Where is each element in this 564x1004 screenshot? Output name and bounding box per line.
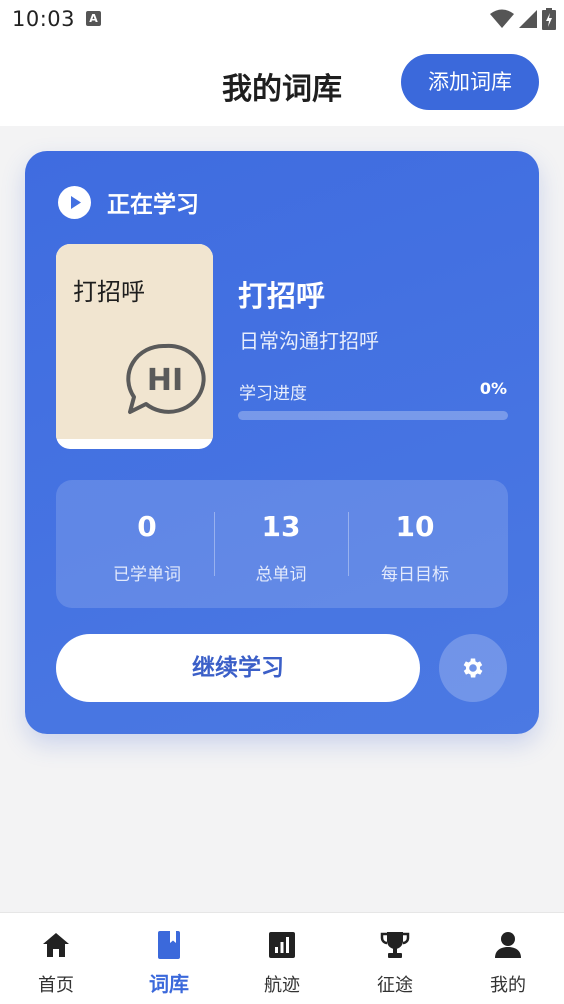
book-icon xyxy=(158,931,180,959)
book-description: 日常沟通打招呼 xyxy=(239,329,379,353)
signal-icon xyxy=(519,10,537,28)
nav-library[interactable]: 词库 xyxy=(113,913,225,1004)
stat-divider xyxy=(348,512,349,576)
settings-button[interactable] xyxy=(439,634,507,702)
nav-label: 词库 xyxy=(149,972,189,996)
nav-label: 首页 xyxy=(38,975,74,996)
stat-daily-goal: 10 每日目标 xyxy=(350,480,480,608)
nav-label: 航迹 xyxy=(264,975,300,996)
gear-icon xyxy=(463,658,483,678)
nav-track[interactable]: 航迹 xyxy=(226,913,338,1004)
battery-icon xyxy=(542,8,556,30)
progress-value: 0% xyxy=(479,379,507,398)
stat-label: 已学单词 xyxy=(113,565,181,585)
status-icons xyxy=(490,8,556,30)
book-title: 打招呼 xyxy=(238,279,326,313)
stats-panel: 0 已学单词 13 总单词 10 每日目标 xyxy=(56,480,508,608)
status-bar: 10:03 A xyxy=(0,0,564,40)
stat-label: 总单词 xyxy=(255,565,307,585)
book-cover-title: 打招呼 xyxy=(73,278,145,306)
header: 我的词库 添加词库 xyxy=(0,40,564,126)
progress-bar xyxy=(238,411,508,420)
nav-journey[interactable]: 征途 xyxy=(339,913,451,1004)
bottom-nav: 首页 词库 航迹 征途 我的 xyxy=(0,912,564,1004)
play-icon xyxy=(58,185,91,219)
chat-bubble-icon: HI xyxy=(126,343,206,414)
nav-label: 征途 xyxy=(377,975,413,996)
home-icon xyxy=(43,933,69,957)
stat-value: 13 xyxy=(261,510,301,543)
nav-label: 我的 xyxy=(490,975,526,996)
book-cover[interactable]: 打招呼 HI xyxy=(56,244,213,449)
stat-value: 0 xyxy=(137,510,157,543)
notification-icon: A xyxy=(86,11,101,26)
nav-home[interactable]: 首页 xyxy=(0,913,112,1004)
person-icon xyxy=(495,932,521,958)
wifi-icon xyxy=(490,9,514,28)
book-cover-face: 打招呼 HI xyxy=(56,244,213,439)
add-library-button[interactable]: 添加词库 xyxy=(401,54,539,110)
continue-learning-button[interactable]: 继续学习 xyxy=(56,634,420,702)
currently-learning-label: 正在学习 xyxy=(107,192,199,218)
stats-icon xyxy=(269,932,295,958)
stat-value: 10 xyxy=(395,510,435,543)
status-time: 10:03 xyxy=(12,7,76,31)
chat-bubble-text: HI xyxy=(147,363,183,398)
nav-profile[interactable]: 我的 xyxy=(452,913,564,1004)
trophy-icon xyxy=(380,932,410,958)
currently-learning-header: 正在学习 xyxy=(58,185,199,219)
current-study-card: 正在学习 打招呼 HI 打招呼 日常沟通打招呼 学习进度 0% 0 已学单词 1… xyxy=(25,151,539,734)
stat-divider xyxy=(214,512,215,576)
stat-label: 每日目标 xyxy=(381,565,449,585)
stat-learned-words: 0 已学单词 xyxy=(82,480,212,608)
progress-label: 学习进度 xyxy=(239,384,307,404)
stat-total-words: 13 总单词 xyxy=(216,480,346,608)
